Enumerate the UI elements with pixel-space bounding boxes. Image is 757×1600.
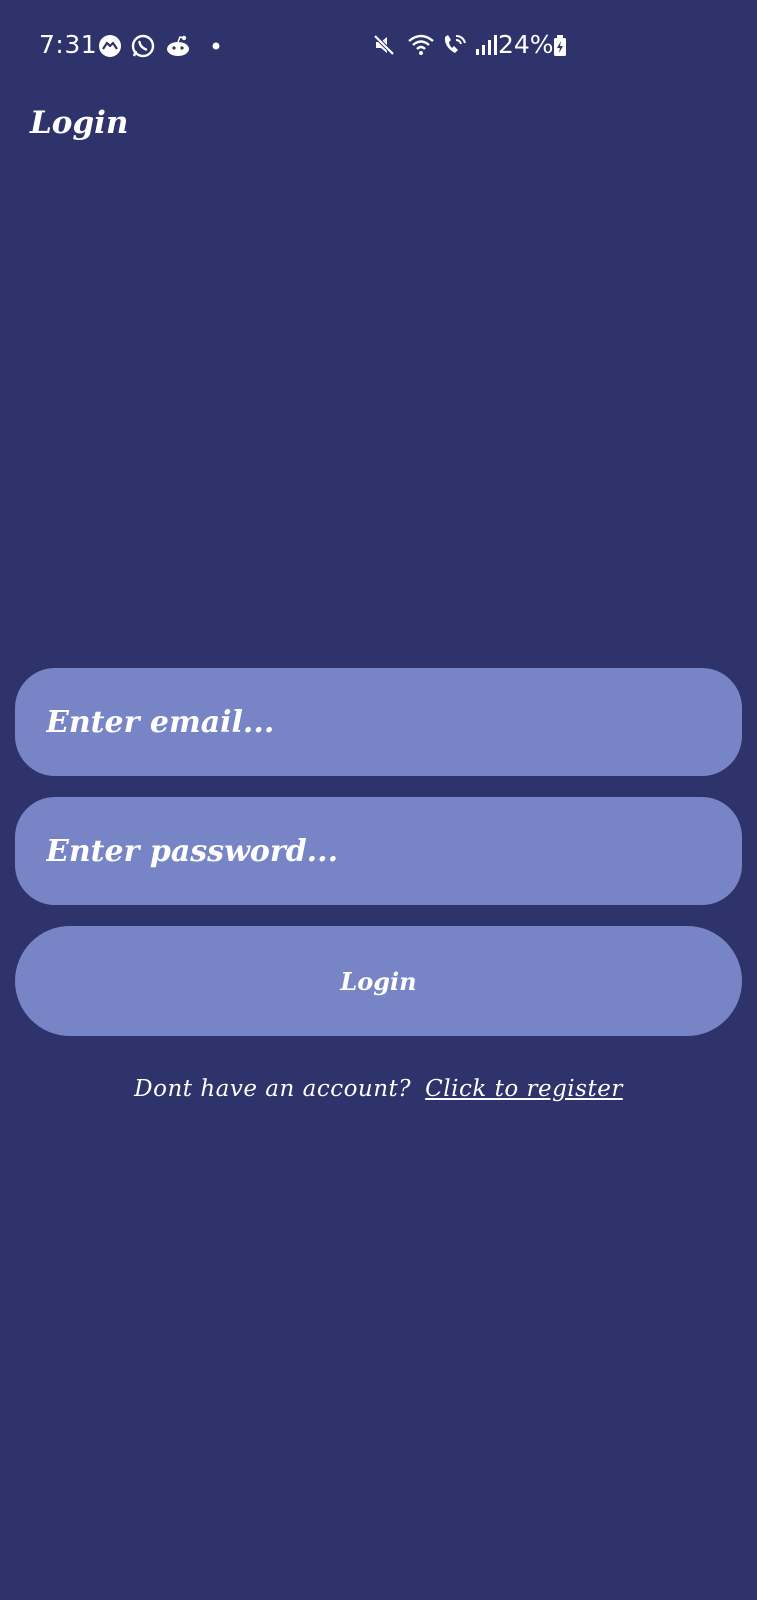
email-input[interactable] [44, 703, 742, 741]
status-system-icons [373, 33, 497, 57]
status-time: 7:31 [39, 30, 98, 59]
signal-icon [475, 33, 497, 57]
email-field[interactable] [15, 668, 742, 776]
register-row: Dont have an account? Click to register [0, 1076, 757, 1102]
notification-dot-icon [212, 42, 220, 50]
password-input[interactable] [44, 832, 742, 870]
reddit-icon [164, 34, 192, 58]
login-button[interactable]: Login [15, 926, 742, 1036]
register-link[interactable]: Click to register [425, 1076, 623, 1102]
whatsapp-icon [130, 33, 156, 59]
mute-icon [373, 33, 395, 57]
register-prompt: Dont have an account? [134, 1076, 412, 1102]
password-field[interactable] [15, 797, 742, 905]
status-bar: 7:31 24% [0, 0, 757, 90]
login-screen: 7:31 24% Login Enter email... Login Dont… [0, 0, 757, 1600]
battery-charging-icon [553, 35, 567, 57]
status-app-icons [98, 33, 220, 59]
wifi-calling-icon [441, 33, 469, 57]
page-title: Login [30, 105, 129, 141]
login-button-label: Login [340, 966, 417, 996]
messenger-icon [98, 34, 122, 58]
wifi-icon [407, 33, 435, 57]
battery-percent: 24% [498, 30, 554, 59]
